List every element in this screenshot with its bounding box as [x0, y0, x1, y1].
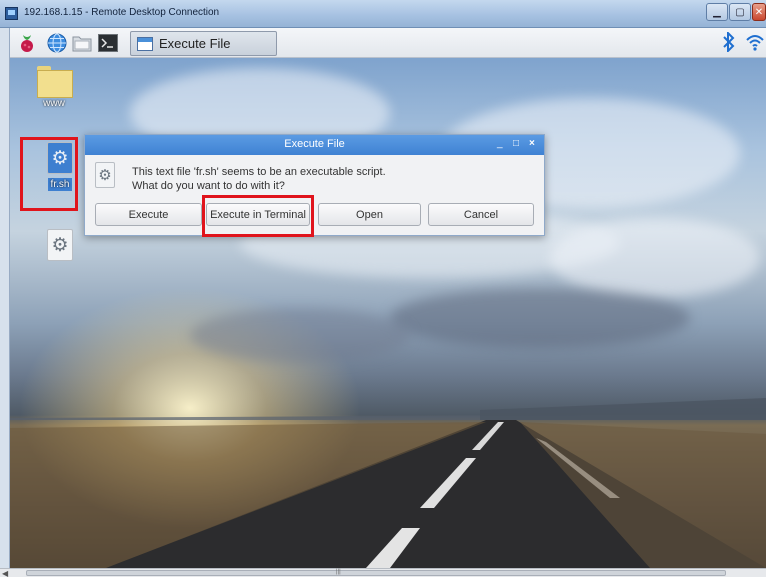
horizontal-scrollbar[interactable]: ◀ |||: [0, 568, 766, 577]
script-file-icon: ⚙: [95, 162, 115, 188]
cancel-button[interactable]: Cancel: [428, 203, 534, 226]
rdp-close-button[interactable]: ✕: [752, 3, 766, 21]
terminal-icon[interactable]: [97, 32, 119, 54]
dialog-title: Execute File: [284, 138, 345, 150]
taskbar-item-label: Execute File: [159, 36, 231, 51]
scrollbar-grip-icon: |||: [336, 569, 341, 575]
desktop-icon-www[interactable]: www: [31, 66, 77, 109]
execute-button[interactable]: Execute: [95, 203, 202, 226]
rdp-maximize-button[interactable]: ▢: [729, 3, 751, 21]
window-icon: [137, 36, 153, 51]
highlight-box-execute-in-terminal: [202, 195, 314, 237]
rdp-minimize-button[interactable]: ▁: [706, 3, 728, 21]
highlight-box-fr-sh-icon: [20, 137, 78, 211]
rdp-window-title: 192.168.1.15 - Remote Desktop Connection: [24, 7, 220, 18]
dialog-minimize-button[interactable]: _: [497, 138, 503, 149]
scrollbar-thumb[interactable]: [26, 570, 726, 576]
dialog-maximize-button[interactable]: □: [513, 138, 519, 149]
taskbar-item-execute-file[interactable]: Execute File: [130, 31, 277, 56]
rdp-titlebar[interactable]: 192.168.1.15 - Remote Desktop Connection…: [0, 0, 766, 28]
remote-desktop-icon: [5, 7, 18, 20]
dialog-message-line1: This text file 'fr.sh' seems to be an ex…: [132, 166, 386, 178]
taskbar-panel: Execute File: [10, 28, 766, 58]
file-manager-icon[interactable]: [71, 32, 93, 54]
dialog-titlebar[interactable]: Execute File _ □ ×: [85, 135, 544, 155]
dialog-message: This text file 'fr.sh' seems to be an ex…: [132, 165, 386, 193]
desktop-icon-script[interactable]: ⚙: [37, 229, 83, 263]
execute-file-dialog: Execute File _ □ × ⚙ This text file 'fr.…: [84, 134, 545, 236]
dialog-close-button[interactable]: ×: [529, 138, 535, 149]
raspberry-menu-icon[interactable]: [16, 32, 38, 54]
folder-icon: [37, 66, 73, 98]
wifi-icon[interactable]: [745, 32, 765, 57]
open-button[interactable]: Open: [318, 203, 421, 226]
desktop-icon-label: www: [43, 98, 65, 109]
globe-icon[interactable]: [46, 32, 68, 54]
script-file-icon: ⚙: [47, 229, 73, 261]
bluetooth-icon[interactable]: [723, 30, 735, 57]
dialog-message-line2: What do you want to do with it?: [132, 180, 285, 192]
scroll-left-arrow-icon[interactable]: ◀: [2, 569, 8, 577]
rdp-window-frame: [0, 28, 10, 568]
